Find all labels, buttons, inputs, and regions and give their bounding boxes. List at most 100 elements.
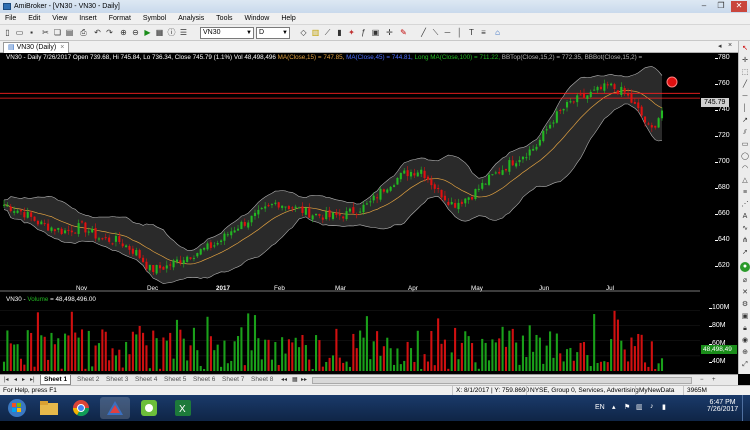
arrow-icon[interactable]: ➚: [740, 248, 750, 258]
crosshair-icon[interactable]: ✛: [384, 27, 395, 38]
play-icon[interactable]: ▶: [142, 27, 153, 38]
print-icon[interactable]: ⎙: [78, 27, 89, 38]
sheet-tab-5[interactable]: Sheet 5: [161, 375, 189, 385]
network-icon[interactable]: ▥: [636, 403, 643, 429]
chrome-taskbar-button[interactable]: [66, 397, 96, 419]
bar-chart-icon[interactable]: ▮: [334, 27, 345, 38]
sheet-tab-6[interactable]: Sheet 6: [190, 375, 218, 385]
start-button[interactable]: [2, 397, 32, 419]
rectangle-icon[interactable]: ▭: [740, 140, 750, 150]
close-icon[interactable]: ×: [60, 44, 64, 51]
ray-icon[interactable]: ⟍: [430, 27, 441, 38]
gann-icon[interactable]: ⋰: [740, 200, 750, 210]
prev-page-icon[interactable]: ◂◂: [281, 375, 287, 385]
redo-icon[interactable]: ↷: [104, 27, 115, 38]
last-sheet-icon[interactable]: ▸|: [30, 375, 35, 385]
price-chart[interactable]: [0, 53, 700, 374]
price-axis[interactable]: 780 760 740 720 700 680 660 640 620: [700, 53, 738, 291]
horizontal-scrollbar[interactable]: [312, 377, 692, 384]
zoom-out-icon[interactable]: −: [700, 375, 704, 385]
zoom-in-icon[interactable]: +: [712, 375, 716, 385]
snap-icon[interactable]: ▣: [740, 312, 750, 322]
crosshair-icon[interactable]: ✛: [740, 56, 750, 66]
expand-icon[interactable]: ⤢: [740, 360, 750, 370]
triangle-icon[interactable]: △: [740, 176, 750, 186]
ray-icon[interactable]: ↗: [740, 116, 750, 126]
zoom-out-icon[interactable]: ⊖: [130, 27, 141, 38]
hline-icon[interactable]: ─: [740, 92, 750, 102]
candle-icon[interactable]: ▥: [310, 27, 321, 38]
explorer-taskbar-button[interactable]: [34, 397, 64, 419]
vline-icon[interactable]: │: [740, 104, 750, 114]
menu-tools[interactable]: Tools: [211, 13, 237, 25]
paste-icon[interactable]: ▤: [64, 27, 75, 38]
pen-icon[interactable]: ✎: [398, 27, 409, 38]
grid-icon[interactable]: ▦: [154, 27, 165, 38]
andrews-icon[interactable]: ⋔: [740, 236, 750, 246]
channel-icon[interactable]: ⫽: [740, 128, 750, 138]
line-chart-icon[interactable]: ⟋: [322, 27, 333, 38]
lock-icon[interactable]: 🔒︎: [740, 324, 750, 334]
tab-close-all-icon[interactable]: ×: [728, 42, 732, 49]
tab-scroll-left-icon[interactable]: ◂: [718, 42, 722, 50]
amibroker-taskbar-button[interactable]: [100, 397, 130, 419]
sheet-tab-1[interactable]: Sheet 1: [40, 375, 72, 385]
menu-symbol[interactable]: Symbol: [138, 13, 171, 25]
copy-icon[interactable]: ❏: [52, 27, 63, 38]
eye-icon[interactable]: ◉: [740, 336, 750, 346]
symbol-combo[interactable]: VN30 ▼: [200, 27, 254, 39]
ellipse-icon[interactable]: ◯: [740, 152, 750, 162]
flag-icon[interactable]: ⚑: [624, 403, 630, 429]
vline-icon[interactable]: │: [454, 27, 465, 38]
undo-icon[interactable]: ↶: [92, 27, 103, 38]
battery-icon[interactable]: ▮: [662, 403, 666, 429]
info-icon[interactable]: ⓘ: [166, 27, 177, 38]
fib-icon[interactable]: ≡: [478, 27, 489, 38]
close-icon[interactable]: ✕: [731, 1, 747, 12]
text-icon[interactable]: T: [466, 27, 477, 38]
sheet-tab-7[interactable]: Sheet 7: [219, 375, 247, 385]
pointer-icon[interactable]: ↖: [740, 44, 750, 54]
draw-line-icon[interactable]: ╱: [418, 27, 429, 38]
excel-taskbar-button[interactable]: X: [168, 397, 198, 419]
cut-icon[interactable]: ✂: [40, 27, 51, 38]
fibonacci-icon[interactable]: ≡: [740, 188, 750, 198]
select-icon[interactable]: ⬚: [740, 68, 750, 78]
tray-clock[interactable]: 6:47 PM 7/26/2017: [707, 399, 738, 425]
menu-edit[interactable]: Edit: [23, 13, 45, 25]
arc-icon[interactable]: ◠: [740, 164, 750, 174]
magnet-icon[interactable]: ⌂: [492, 27, 503, 38]
list-icon[interactable]: ☰: [178, 27, 189, 38]
first-sheet-icon[interactable]: |◂: [4, 375, 9, 385]
volume-axis[interactable]: 100M 80M 60M 40M: [700, 292, 738, 374]
chart-icon[interactable]: ◇: [298, 27, 309, 38]
zoom-icon[interactable]: ⊕: [740, 348, 750, 358]
interval-combo[interactable]: D ▼: [256, 27, 290, 39]
menu-insert[interactable]: Insert: [74, 13, 102, 25]
properties-icon[interactable]: ⚙: [740, 300, 750, 310]
trendline-icon[interactable]: ╱: [740, 80, 750, 90]
language-indicator[interactable]: EN: [595, 404, 605, 430]
layout-icon[interactable]: ▣: [370, 27, 381, 38]
grid-icon[interactable]: ▦: [292, 375, 298, 385]
menu-window[interactable]: Window: [239, 13, 274, 25]
volume-icon[interactable]: ♪: [650, 403, 654, 429]
new-icon[interactable]: ▯: [2, 27, 13, 38]
show-desktop-button[interactable]: [742, 395, 750, 421]
next-page-icon[interactable]: ▸▸: [301, 375, 307, 385]
hline-icon[interactable]: ─: [442, 27, 453, 38]
sheet-tab-8[interactable]: Sheet 8: [248, 375, 276, 385]
save-icon[interactable]: ▪: [26, 27, 37, 38]
prev-sheet-icon[interactable]: ◂: [14, 375, 17, 385]
magnet-icon[interactable]: ⌀: [740, 276, 750, 286]
app-taskbar-button[interactable]: [134, 397, 164, 419]
menu-analysis[interactable]: Analysis: [173, 13, 209, 25]
menu-file[interactable]: File: [0, 13, 21, 25]
tab-vn30-daily[interactable]: ▤ VN30 (Daily) ×: [3, 42, 70, 53]
restore-icon[interactable]: ❐: [713, 1, 729, 12]
open-icon[interactable]: ▭: [14, 27, 25, 38]
menu-view[interactable]: View: [47, 13, 72, 25]
zoom-in-icon[interactable]: ⊕: [118, 27, 129, 38]
minimize-icon[interactable]: –: [696, 1, 712, 12]
next-sheet-icon[interactable]: ▸: [22, 375, 25, 385]
